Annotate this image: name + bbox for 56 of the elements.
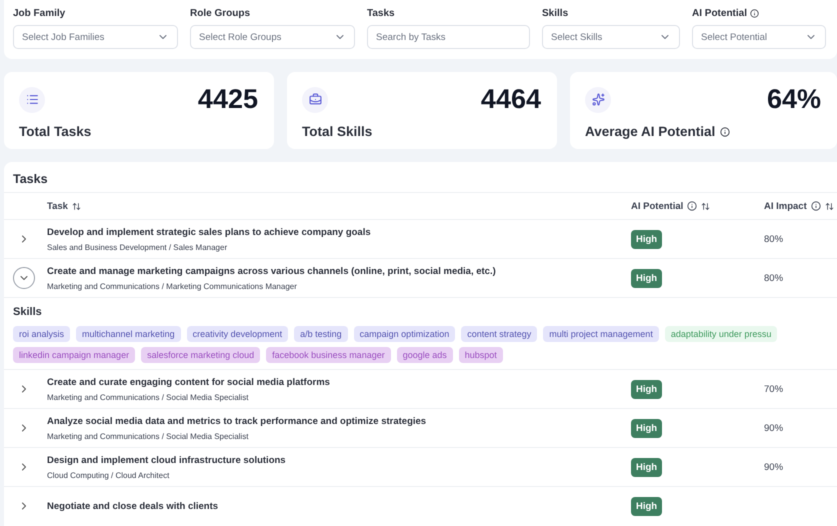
stat-label: Total Tasks [19,124,92,139]
skill-tag: google ads [396,347,453,363]
skill-tag: campaign optimization [354,326,456,342]
filter-label: Job Family [13,8,66,19]
skill-tag: facebook business manager [266,347,391,363]
task-path: Cloud Computing / Cloud Architect [47,470,170,480]
skill-tag: multi project management [543,326,659,342]
filter-label: Skills [542,8,570,19]
impact-value: 80% [764,234,784,244]
stat-label: Total Skills [302,124,374,139]
filter-label: Role Groups [190,8,252,19]
skill-tag: multichannel marketing [76,326,181,342]
task-title: Develop and implement strategic sales plans to achieve company goals [47,226,372,238]
task-path: Sales and Business Development / Sales Manager [47,242,228,252]
task-title: Design and implement cloud infrastructure solutions [47,454,287,466]
skill-tag: salesforce marketing cloud [141,347,260,363]
select-field[interactable]: Select Job Families [13,25,178,49]
skills-title: Skills [13,306,43,318]
skill-tag: hubspot [458,347,503,363]
skill-tag: a/b testing [294,326,348,342]
impact-value: 80% [764,272,784,284]
potential-badge: High [631,458,662,476]
filter-label: AI Potential [692,8,826,19]
task-title: Analyze social media data and metrics to track performance and optimize strategies [47,416,428,426]
column-header[interactable]: Task [47,200,631,212]
task-title: Create and curate engaging content for social media platforms [47,376,331,388]
select-field[interactable]: Select Role Groups [190,25,355,49]
potential-badge: High [631,496,662,516]
card-title: Tasks [12,171,49,188]
potential-badge: High [631,268,662,288]
select-field[interactable]: Select Potential [692,25,826,49]
task-path: Marketing and Communications / Social Media Specialist [47,432,250,440]
task-title: Negotiate and close deals with clients [47,500,220,512]
stat-value: 64% [766,84,821,115]
potential-badge: High [631,230,662,248]
impact-value: 90% [764,462,784,472]
column-header[interactable]: AI Impact [764,200,837,212]
task-title: Create and manage marketing campaigns across various channels (online, print, social media, etc.) [47,266,497,276]
potential-badge: High [631,380,662,398]
task-path: Marketing and Communications / Marketing Communications Manager [47,282,298,290]
stat-label: Average AI Potential [585,124,821,139]
stat-value: 4425 [198,84,258,115]
select-field[interactable]: Select Skills [542,25,680,49]
skill-tag: linkedin campaign manager [13,347,136,363]
column-header[interactable]: AI Potential [631,200,764,212]
skill-tag: roi analysis [13,326,70,342]
stat-value: 4464 [480,84,541,115]
skill-tag: adaptability under pressu [664,326,778,342]
filter-label: Tasks [367,8,396,19]
skill-tag: creativity development [186,326,288,342]
task-path: Marketing and Communications / Social Media Specialist [47,392,250,402]
impact-value: 70% [764,384,784,394]
impact-value: 90% [764,422,784,434]
search-field[interactable]: Search by Tasks [367,25,530,49]
potential-badge: High [631,418,662,438]
skill-tag: content strategy [461,326,538,342]
